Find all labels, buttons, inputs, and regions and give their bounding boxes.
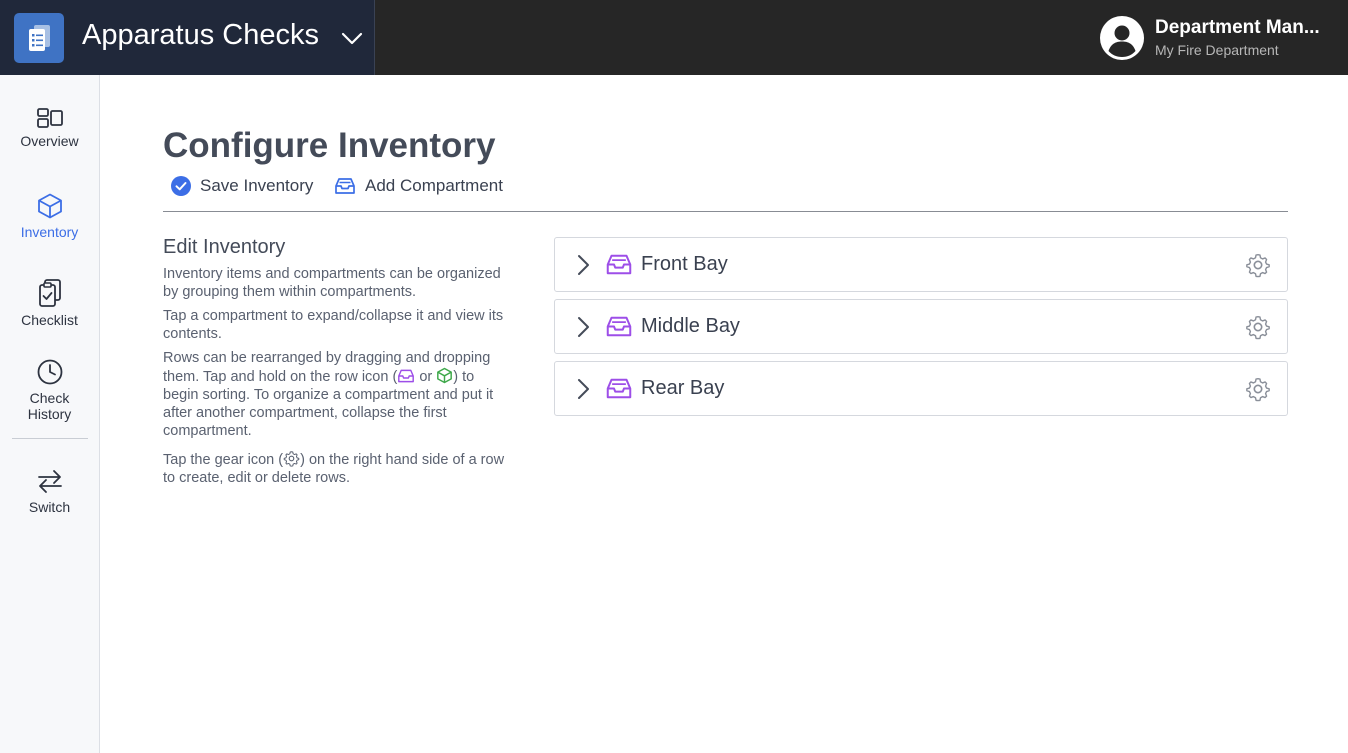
cube-icon	[37, 193, 62, 219]
compartment-icon	[398, 369, 415, 383]
avatar-icon	[1100, 16, 1144, 60]
sidebar-item-check-history[interactable]: Check History	[0, 358, 99, 422]
compartment-name: Middle Bay	[641, 315, 740, 337]
help-paragraph: Tap the gear icon ( ) on the right hand …	[163, 450, 508, 487]
sidebar-item-overview[interactable]: Overview	[0, 107, 99, 149]
sidebar-divider	[12, 438, 88, 439]
tray-icon	[335, 178, 355, 194]
user-name: Department Man...	[1155, 17, 1320, 38]
add-compartment-label: Add Compartment	[365, 176, 503, 195]
compartment-icon[interactable]	[605, 314, 633, 339]
compartment-list: Front Bay Middle Bay Rear Bay	[554, 237, 1288, 423]
sidebar-item-label: Overview	[20, 133, 79, 149]
gear-icon[interactable]	[1245, 314, 1271, 340]
help-text: Tap the gear icon (	[163, 452, 284, 468]
sidebar-item-inventory[interactable]: Inventory	[0, 192, 99, 240]
check-circle-icon	[171, 176, 191, 196]
compartment-name: Front Bay	[641, 253, 728, 275]
compartment-icon[interactable]	[605, 376, 633, 401]
compartment-icon[interactable]	[605, 252, 633, 277]
item-cube-icon	[437, 367, 453, 384]
sidebar-item-label: Checklist	[21, 312, 78, 328]
help-paragraph: Rows can be rearranged by dragging and d…	[163, 349, 508, 440]
help-text: or	[415, 369, 437, 385]
compartment-row[interactable]: Front Bay	[554, 237, 1288, 292]
app-logo-icon	[14, 13, 64, 63]
user-menu[interactable]: Department Man... My Fire Department	[1100, 14, 1340, 64]
page-title: Configure Inventory	[163, 126, 496, 165]
chevron-right-icon[interactable]	[573, 377, 593, 401]
sidebar: Overview Inventory Checklist Check Histo…	[0, 75, 100, 753]
user-organization: My Fire Department	[1155, 42, 1279, 58]
compartment-row[interactable]: Middle Bay	[554, 299, 1288, 354]
gear-icon[interactable]	[1245, 252, 1271, 278]
gear-icon	[283, 451, 300, 467]
sidebar-item-checklist[interactable]: Checklist	[0, 278, 99, 328]
clipboard-check-icon	[38, 279, 61, 307]
chevron-down-icon[interactable]	[340, 26, 364, 50]
compartment-name: Rear Bay	[641, 377, 725, 399]
sidebar-item-switch[interactable]: Switch	[0, 467, 99, 515]
top-bar: Apparatus Checks Department Man... My Fi…	[0, 0, 1348, 75]
app-switcher[interactable]: Apparatus Checks	[0, 0, 375, 75]
gear-icon[interactable]	[1245, 376, 1271, 402]
clock-icon	[37, 359, 62, 385]
title-divider	[163, 211, 1288, 212]
chevron-right-icon[interactable]	[573, 315, 593, 339]
help-paragraph: Tap a compartment to expand/collapse it …	[163, 308, 504, 342]
chevron-right-icon[interactable]	[573, 253, 593, 277]
add-compartment-button[interactable]: Add Compartment	[334, 174, 503, 198]
sidebar-item-label: Switch	[28, 499, 71, 515]
save-inventory-button[interactable]: Save Inventory	[171, 174, 313, 198]
save-inventory-label: Save Inventory	[200, 176, 314, 195]
sidebar-item-label: Inventory	[20, 224, 79, 240]
app-title: Apparatus Checks	[82, 19, 319, 51]
switch-arrows-icon	[37, 470, 62, 493]
help-title: Edit Inventory	[163, 236, 286, 258]
help-panel: Edit Inventory Inventory items and compa…	[163, 236, 508, 493]
sidebar-item-label: Check History	[27, 390, 72, 422]
compartment-row[interactable]: Rear Bay	[554, 361, 1288, 416]
help-paragraph: Inventory items and compartments can be …	[163, 266, 501, 300]
overview-icon	[36, 108, 63, 128]
